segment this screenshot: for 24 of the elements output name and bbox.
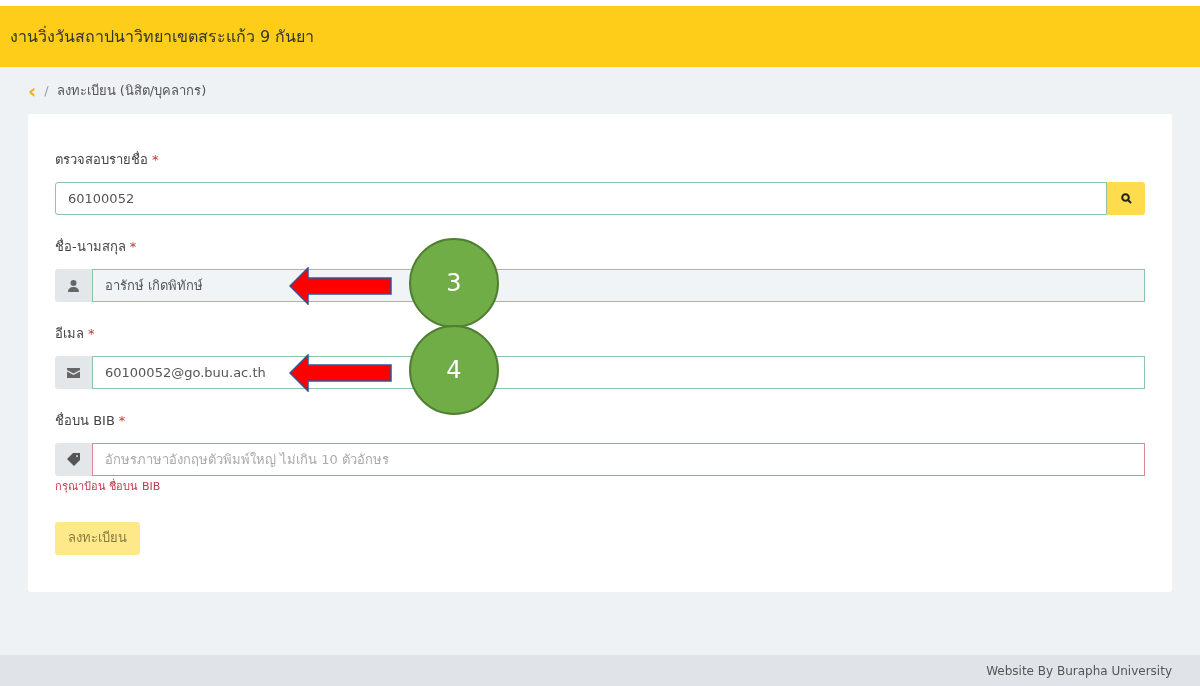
required-mark: * <box>152 151 159 170</box>
step-number-badge: 4 <box>409 325 499 415</box>
arrow-icon <box>289 267 393 305</box>
site-title: งานวิ่งวันสถาปนาวิทยาเขตสระแก้ว 9 กันยา <box>10 25 315 48</box>
required-mark: * <box>118 412 126 431</box>
field-label: ชื่อบน BIB <box>55 411 115 431</box>
required-mark: * <box>129 238 137 257</box>
field-label: อีเมล <box>55 325 84 344</box>
user-icon <box>68 279 79 292</box>
search-field[interactable]: 60100052 <box>55 182 1107 215</box>
search-button[interactable] <box>1107 182 1145 215</box>
tag-icon <box>67 453 80 466</box>
breadcrumb-separator: / <box>44 81 49 100</box>
envelope-icon <box>67 367 80 378</box>
input-field[interactable]: อักษรภาษาอังกฤษตัวพิมพ์ใหญ่ ไม่เกิน 10 ตัวอักษร <box>92 443 1145 476</box>
footer-text: Website By Burapha University <box>986 662 1172 680</box>
field-label: ตรวจสอบรายชื่อ <box>55 150 148 170</box>
arrow-icon <box>289 354 393 392</box>
field-label: ชื่อ-นามสกุล <box>55 237 126 257</box>
breadcrumb-current: ลงทะเบียน (นิสิต/บุคลากร) <box>56 81 207 101</box>
required-mark: * <box>88 325 95 344</box>
step-number-badge: 3 <box>409 238 499 328</box>
error-message: กรุณาป้อน ชื่อบน BIB <box>55 479 161 495</box>
search-icon <box>1120 193 1132 204</box>
